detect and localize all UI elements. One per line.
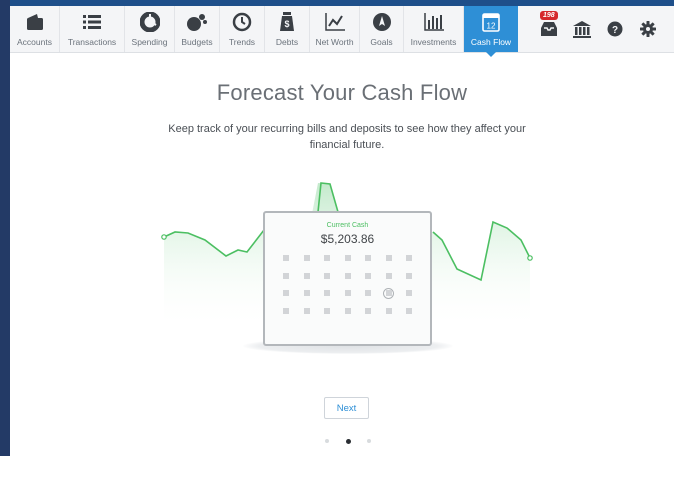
- current-cash-label: Current Cash: [326, 222, 369, 229]
- page-subtitle: Keep track of your recurring bills and d…: [168, 123, 526, 151]
- nav-label: Investments: [410, 37, 457, 47]
- calendar-day-cell: [365, 272, 371, 279]
- line-start-point: [161, 234, 167, 240]
- calendar-day-cell: [303, 290, 310, 296]
- nav-label: Trends: [228, 37, 256, 47]
- calendar-day-cell: [324, 307, 330, 314]
- svg-text:?: ?: [611, 25, 617, 36]
- calendar-day-cell: [303, 255, 310, 261]
- calendar-day-cell: [283, 307, 289, 314]
- institutions-button[interactable]: [565, 6, 598, 52]
- nav-item-transactions[interactable]: Transactions: [60, 6, 125, 52]
- calendar-day-cell: [324, 290, 330, 296]
- nav-label: Cash Flow: [470, 37, 512, 47]
- calendar-day-cell: [406, 272, 412, 279]
- calendar-day-cell: [385, 255, 392, 261]
- calendar-day-cell: [406, 307, 412, 314]
- pager-dot[interactable]: [367, 439, 371, 443]
- inbox-icon: [540, 22, 557, 36]
- calendar-day-cell: [303, 307, 310, 314]
- calendar-icon: 12: [481, 10, 501, 34]
- nav-label: Spending: [131, 37, 168, 47]
- calendar-day-cell: [303, 272, 310, 279]
- nav-label: Transactions: [67, 37, 117, 47]
- calendar-day-cell: [283, 255, 289, 261]
- settings-button[interactable]: [631, 6, 664, 52]
- calendar-day-cell: [365, 255, 371, 261]
- pager-dot[interactable]: [325, 439, 329, 443]
- bank-icon: [572, 21, 591, 38]
- utility-icons: 198 ?: [532, 6, 664, 52]
- nav-item-investments[interactable]: Investments: [404, 6, 464, 52]
- calendar-day-cell: [344, 307, 351, 314]
- calendar-day-cell: [344, 272, 351, 279]
- bar-chart-icon: [423, 10, 445, 34]
- frame-left-border: [0, 0, 10, 456]
- pie-chart-icon: [139, 10, 160, 34]
- coins-icon: [186, 10, 208, 34]
- nav-label: Debts: [275, 37, 299, 47]
- line-chart-icon: [324, 10, 346, 34]
- calendar-day-cell: [324, 255, 330, 261]
- nav-item-debts[interactable]: $ Debts: [265, 6, 310, 52]
- calendar-day-cell: [365, 290, 371, 296]
- gear-icon: [639, 21, 656, 37]
- nav-label: Net Worth: [315, 37, 354, 47]
- top-nav-bar: Accounts Transactions Spending Budgets T…: [10, 6, 674, 57]
- nav-item-trends[interactable]: Trends: [220, 6, 265, 52]
- nav-item-goals[interactable]: Goals: [360, 6, 404, 52]
- calendar-day-cell: [385, 307, 392, 314]
- current-cash-card: Current Cash $5,203.86: [263, 211, 432, 346]
- line-end-point: [527, 255, 533, 261]
- clock-icon: [232, 10, 252, 34]
- calendar-day-cell: [283, 290, 289, 296]
- calendar-day-cell: [344, 290, 351, 296]
- money-bag-icon: $: [278, 10, 296, 34]
- page-title: Forecast Your Cash Flow: [216, 80, 468, 105]
- nav-item-cash-flow[interactable]: 12 Cash Flow: [464, 6, 518, 57]
- nav-item-net-worth[interactable]: Net Worth: [310, 6, 360, 52]
- pager-dot[interactable]: [346, 438, 351, 444]
- calendar-day-cell: [406, 255, 412, 261]
- calendar-day: 12: [487, 22, 496, 31]
- calendar-day-cell: [283, 272, 289, 279]
- nav-item-budgets[interactable]: Budgets: [175, 6, 220, 52]
- nav-label: Accounts: [17, 37, 52, 47]
- calendar-day-cell: [406, 290, 412, 296]
- nav-label: Goals: [370, 37, 393, 47]
- current-cash-value: $5,203.86: [320, 232, 375, 246]
- wallet-icon: [25, 10, 45, 34]
- nav-item-spending[interactable]: Spending: [125, 6, 175, 52]
- nav-item-accounts[interactable]: Accounts: [10, 6, 60, 52]
- calendar-day-cell: [385, 272, 392, 279]
- help-icon: ?: [607, 21, 622, 37]
- calendar-day-cell: [344, 255, 351, 261]
- svg-text:$: $: [284, 19, 289, 29]
- notification-badge: 198: [540, 11, 558, 20]
- calendar-day-cell: [365, 307, 371, 314]
- help-button[interactable]: ?: [598, 6, 631, 52]
- compass-icon: [372, 10, 392, 34]
- list-icon: [82, 10, 102, 34]
- next-button[interactable]: Next: [324, 397, 369, 419]
- calendar-day-cell: [385, 290, 392, 296]
- pager-dots: [325, 438, 375, 445]
- inbox-button[interactable]: 198: [532, 6, 565, 52]
- calendar-day-cell: [324, 272, 330, 279]
- nav-label: Budgets: [181, 37, 213, 47]
